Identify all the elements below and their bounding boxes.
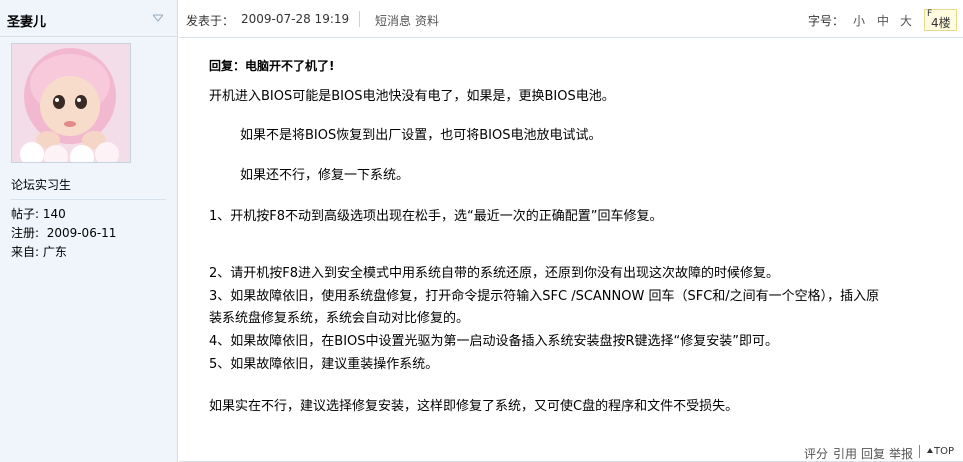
top-button[interactable]: TOP [926, 446, 954, 457]
post-line: 2、请开机按F8进入到安全模式中用系统自带的系统还原，还原到你没有出现这次故障的… [209, 266, 780, 281]
post-line: 开机进入BIOS可能是BIOS电池快没有电了，如果是，更换BIOS电池。 [209, 89, 615, 104]
report-button[interactable]: 举报 [889, 445, 913, 462]
font-size-label: 字号： [808, 14, 845, 28]
post-header: 发表于： 2009-07-28 19:19 短消息 资料 字号： 小 中 大 F… [179, 0, 963, 38]
divider [919, 445, 920, 458]
post-line: 如果还不行，修复一下系统。 [240, 168, 410, 183]
posted-date: 2009-07-28 19:19 [241, 12, 350, 26]
font-size-medium[interactable]: 中 [877, 12, 889, 29]
user-stat-posts: 帖子: 140 [11, 207, 66, 221]
username[interactable]: 圣妻儿 [7, 11, 46, 30]
user-header: 圣妻儿 [0, 0, 177, 37]
post-line: 3、如果故障依旧，使用系统盘修复，打开命令提示符输入SFC /SCANNOW 回… [209, 289, 880, 304]
posted-label: 发表于： [186, 14, 235, 28]
divider [359, 11, 360, 27]
arrow-up-icon [927, 448, 933, 453]
user-title: 论坛实习生 [11, 178, 72, 192]
quote-button[interactable]: 引用 [833, 445, 857, 462]
rate-button[interactable]: 评分 [804, 445, 828, 462]
font-size-small[interactable]: 小 [853, 12, 865, 29]
avatar[interactable] [11, 43, 131, 163]
floor-label: 4楼 [931, 16, 951, 30]
user-stat-registered: 注册: 2009-06-11 [11, 226, 117, 240]
avatar-image [12, 44, 130, 162]
post-line: 5、如果故障依旧，建议重装操作系统。 [209, 357, 439, 372]
post-line: 如果不是将BIOS恢复到出厂设置，也可将BIOS电池放电试试。 [240, 128, 602, 143]
post-line: 装系统盘修复系统，系统会自动对比修复的。 [209, 311, 470, 326]
post-line: 4、如果故障依旧，在BIOS中设置光驱为第一启动设备插入系统安装盘按R键选择“修… [209, 334, 779, 349]
font-size-large[interactable]: 大 [900, 12, 912, 29]
chevron-down-icon[interactable] [153, 14, 163, 22]
profile-link[interactable]: 资料 [415, 12, 439, 29]
user-stat-location: 来自: 广东 [11, 245, 67, 259]
user-panel: 圣妻儿 论坛实习生 帖子: 140 注册: 2009-06-11 来自: 广东 [0, 0, 178, 462]
post-line: 1、开机按F8不动到高级选项出现在松手，选“最近一次的正确配置”回车修复。 [209, 209, 663, 224]
reply-button[interactable]: 回复 [861, 445, 885, 462]
post-line: 如果实在不行，建议选择修复安装，这样即修复了系统，又可使C盘的程序和文件不受损失… [209, 399, 739, 414]
message-link[interactable]: 短消息 [375, 12, 411, 29]
post-title: 回复：电脑开不了机了! [209, 59, 335, 73]
floor-number[interactable]: F 4楼 [924, 9, 957, 31]
divider [11, 199, 166, 200]
